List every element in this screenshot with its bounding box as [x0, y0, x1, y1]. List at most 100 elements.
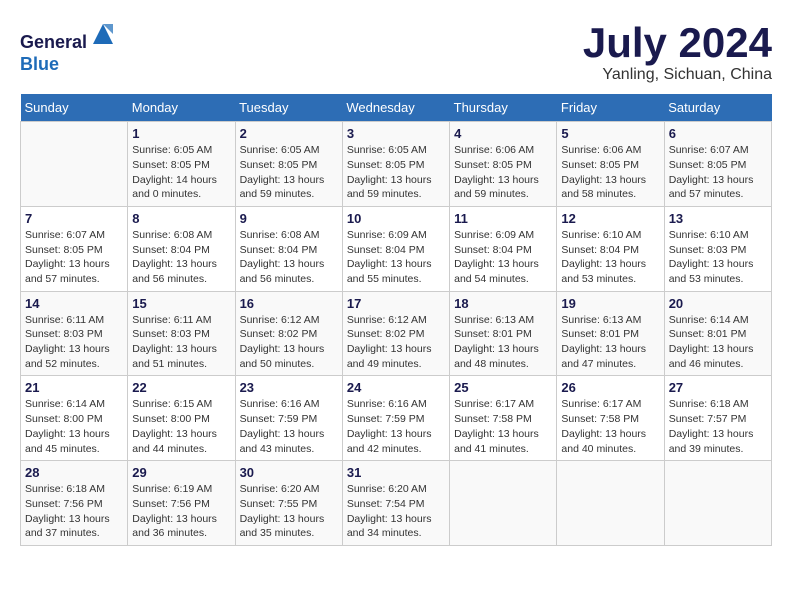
day-info: Sunrise: 6:11 AM Sunset: 8:03 PM Dayligh…: [132, 313, 230, 372]
day-info: Sunrise: 6:17 AM Sunset: 7:58 PM Dayligh…: [561, 397, 659, 456]
calendar-cell: [450, 461, 557, 546]
weekday-header-monday: Monday: [128, 94, 235, 122]
weekday-header-row: SundayMondayTuesdayWednesdayThursdayFrid…: [21, 94, 772, 122]
day-info: Sunrise: 6:05 AM Sunset: 8:05 PM Dayligh…: [240, 143, 338, 202]
day-info: Sunrise: 6:13 AM Sunset: 8:01 PM Dayligh…: [561, 313, 659, 372]
calendar-cell: 31 Sunrise: 6:20 AM Sunset: 7:54 PM Dayli…: [342, 461, 449, 546]
calendar-cell: 9 Sunrise: 6:08 AM Sunset: 8:04 PM Daylig…: [235, 206, 342, 291]
day-number: 8: [132, 211, 230, 226]
calendar-cell: 29 Sunrise: 6:19 AM Sunset: 7:56 PM Dayli…: [128, 461, 235, 546]
calendar-week-row: 1 Sunrise: 6:05 AM Sunset: 8:05 PM Daylig…: [21, 122, 772, 207]
calendar-cell: 2 Sunrise: 6:05 AM Sunset: 8:05 PM Daylig…: [235, 122, 342, 207]
day-info: Sunrise: 6:20 AM Sunset: 7:54 PM Dayligh…: [347, 482, 445, 541]
logo: General Blue: [20, 20, 117, 75]
day-info: Sunrise: 6:06 AM Sunset: 8:05 PM Dayligh…: [454, 143, 552, 202]
day-number: 13: [669, 211, 767, 226]
day-number: 16: [240, 296, 338, 311]
logo-general: General: [20, 32, 87, 52]
calendar-cell: 18 Sunrise: 6:13 AM Sunset: 8:01 PM Dayli…: [450, 291, 557, 376]
day-number: 20: [669, 296, 767, 311]
day-number: 6: [669, 126, 767, 141]
day-number: 5: [561, 126, 659, 141]
day-number: 23: [240, 380, 338, 395]
calendar-cell: 8 Sunrise: 6:08 AM Sunset: 8:04 PM Daylig…: [128, 206, 235, 291]
day-number: 15: [132, 296, 230, 311]
calendar-cell: 13 Sunrise: 6:10 AM Sunset: 8:03 PM Dayli…: [664, 206, 771, 291]
day-number: 31: [347, 465, 445, 480]
calendar-cell: 5 Sunrise: 6:06 AM Sunset: 8:05 PM Daylig…: [557, 122, 664, 207]
day-number: 26: [561, 380, 659, 395]
day-number: 10: [347, 211, 445, 226]
day-info: Sunrise: 6:16 AM Sunset: 7:59 PM Dayligh…: [347, 397, 445, 456]
day-info: Sunrise: 6:12 AM Sunset: 8:02 PM Dayligh…: [240, 313, 338, 372]
calendar-cell: 16 Sunrise: 6:12 AM Sunset: 8:02 PM Dayli…: [235, 291, 342, 376]
day-info: Sunrise: 6:05 AM Sunset: 8:05 PM Dayligh…: [347, 143, 445, 202]
weekday-header-sunday: Sunday: [21, 94, 128, 122]
day-info: Sunrise: 6:18 AM Sunset: 7:56 PM Dayligh…: [25, 482, 123, 541]
month-title: July 2024: [583, 20, 772, 66]
calendar-cell: 19 Sunrise: 6:13 AM Sunset: 8:01 PM Dayli…: [557, 291, 664, 376]
calendar-cell: 7 Sunrise: 6:07 AM Sunset: 8:05 PM Daylig…: [21, 206, 128, 291]
day-info: Sunrise: 6:13 AM Sunset: 8:01 PM Dayligh…: [454, 313, 552, 372]
day-info: Sunrise: 6:09 AM Sunset: 8:04 PM Dayligh…: [454, 228, 552, 287]
calendar-cell: 20 Sunrise: 6:14 AM Sunset: 8:01 PM Dayli…: [664, 291, 771, 376]
day-info: Sunrise: 6:10 AM Sunset: 8:04 PM Dayligh…: [561, 228, 659, 287]
day-number: 12: [561, 211, 659, 226]
calendar-week-row: 28Sunrise: 6:18 AM Sunset: 7:56 PM Dayli…: [21, 461, 772, 546]
calendar-week-row: 21Sunrise: 6:14 AM Sunset: 8:00 PM Dayli…: [21, 376, 772, 461]
day-info: Sunrise: 6:10 AM Sunset: 8:03 PM Dayligh…: [669, 228, 767, 287]
calendar-cell: [557, 461, 664, 546]
day-number: 25: [454, 380, 552, 395]
day-number: 1: [132, 126, 230, 141]
day-number: 2: [240, 126, 338, 141]
day-number: 9: [240, 211, 338, 226]
day-info: Sunrise: 6:08 AM Sunset: 8:04 PM Dayligh…: [240, 228, 338, 287]
day-number: 24: [347, 380, 445, 395]
day-info: Sunrise: 6:08 AM Sunset: 8:04 PM Dayligh…: [132, 228, 230, 287]
calendar-cell: 12 Sunrise: 6:10 AM Sunset: 8:04 PM Dayli…: [557, 206, 664, 291]
weekday-header-wednesday: Wednesday: [342, 94, 449, 122]
calendar-cell: 28Sunrise: 6:18 AM Sunset: 7:56 PM Dayli…: [21, 461, 128, 546]
day-info: Sunrise: 6:20 AM Sunset: 7:55 PM Dayligh…: [240, 482, 338, 541]
calendar-cell: 11 Sunrise: 6:09 AM Sunset: 8:04 PM Dayli…: [450, 206, 557, 291]
day-number: 7: [25, 211, 123, 226]
day-info: Sunrise: 6:07 AM Sunset: 8:05 PM Dayligh…: [669, 143, 767, 202]
calendar-table: SundayMondayTuesdayWednesdayThursdayFrid…: [20, 94, 772, 546]
day-info: Sunrise: 6:14 AM Sunset: 8:01 PM Dayligh…: [669, 313, 767, 372]
calendar-cell: 3 Sunrise: 6:05 AM Sunset: 8:05 PM Daylig…: [342, 122, 449, 207]
calendar-cell: 25Sunrise: 6:17 AM Sunset: 7:58 PM Dayli…: [450, 376, 557, 461]
day-number: 3: [347, 126, 445, 141]
calendar-cell: [664, 461, 771, 546]
day-info: Sunrise: 6:15 AM Sunset: 8:00 PM Dayligh…: [132, 397, 230, 456]
day-number: 19: [561, 296, 659, 311]
weekday-header-saturday: Saturday: [664, 94, 771, 122]
day-number: 21: [25, 380, 123, 395]
day-number: 27: [669, 380, 767, 395]
day-number: 29: [132, 465, 230, 480]
day-info: Sunrise: 6:12 AM Sunset: 8:02 PM Dayligh…: [347, 313, 445, 372]
calendar-cell: 27 Sunrise: 6:18 AM Sunset: 7:57 PM Dayli…: [664, 376, 771, 461]
calendar-cell: 10Sunrise: 6:09 AM Sunset: 8:04 PM Dayli…: [342, 206, 449, 291]
location: Yanling, Sichuan, China: [583, 66, 772, 84]
calendar-cell: [21, 122, 128, 207]
calendar-cell: 21Sunrise: 6:14 AM Sunset: 8:00 PM Dayli…: [21, 376, 128, 461]
weekday-header-tuesday: Tuesday: [235, 94, 342, 122]
page-header: General Blue July 2024 Yanling, Sichuan,…: [20, 20, 772, 84]
logo-blue: Blue: [20, 54, 59, 74]
calendar-cell: 17 Sunrise: 6:12 AM Sunset: 8:02 PM Dayli…: [342, 291, 449, 376]
day-number: 14: [25, 296, 123, 311]
day-number: 11: [454, 211, 552, 226]
calendar-cell: 1Sunrise: 6:05 AM Sunset: 8:05 PM Daylig…: [128, 122, 235, 207]
calendar-cell: 23Sunrise: 6:16 AM Sunset: 7:59 PM Dayli…: [235, 376, 342, 461]
calendar-cell: 26 Sunrise: 6:17 AM Sunset: 7:58 PM Dayli…: [557, 376, 664, 461]
day-info: Sunrise: 6:19 AM Sunset: 7:56 PM Dayligh…: [132, 482, 230, 541]
day-info: Sunrise: 6:07 AM Sunset: 8:05 PM Dayligh…: [25, 228, 123, 287]
day-info: Sunrise: 6:18 AM Sunset: 7:57 PM Dayligh…: [669, 397, 767, 456]
day-number: 30: [240, 465, 338, 480]
calendar-cell: 30 Sunrise: 6:20 AM Sunset: 7:55 PM Dayli…: [235, 461, 342, 546]
day-number: 17: [347, 296, 445, 311]
day-number: 4: [454, 126, 552, 141]
day-number: 18: [454, 296, 552, 311]
calendar-cell: 4 Sunrise: 6:06 AM Sunset: 8:05 PM Daylig…: [450, 122, 557, 207]
day-info: Sunrise: 6:06 AM Sunset: 8:05 PM Dayligh…: [561, 143, 659, 202]
